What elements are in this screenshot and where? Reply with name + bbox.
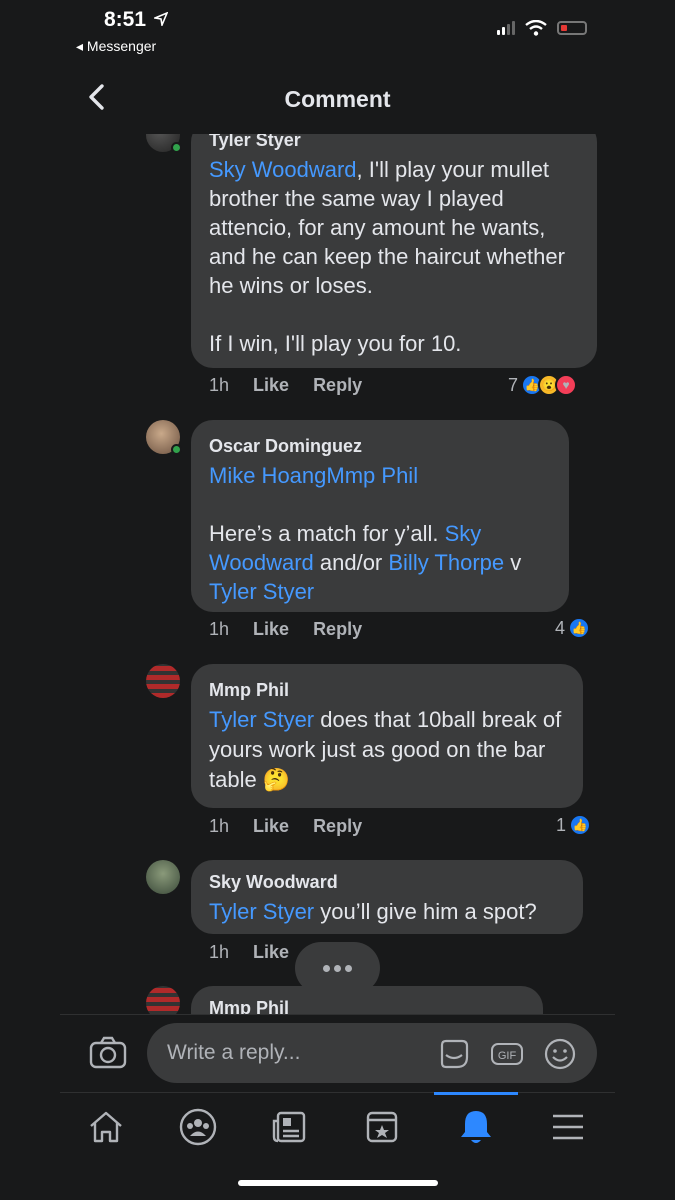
love-reaction-icon: ♥ (555, 374, 578, 396)
comment-text-line: If I win, I'll play you for 10. (209, 331, 462, 356)
comment-text: Sky Woodward, I'll play your mullet brot… (209, 155, 579, 300)
reaction-count: 7 (508, 374, 519, 395)
comment-time: 1h (209, 619, 230, 639)
page-title: Comment (284, 86, 391, 112)
comment-actions: 1h Like Reply (209, 619, 362, 640)
like-button[interactable]: Like (253, 619, 289, 640)
battery-icon (557, 21, 587, 35)
status-icons (497, 20, 587, 36)
back-app-label: Messenger (86, 38, 157, 54)
marketplace-icon[interactable] (362, 1107, 402, 1147)
gif-icon[interactable]: GIF (490, 1037, 524, 1071)
comment-text-part: Here’s a match for y’all. (209, 521, 445, 546)
comment-author[interactable]: Mmp Phil (209, 678, 565, 702)
comment-text: Here’s a match for y’all. Sky Woodward a… (209, 519, 551, 606)
news-icon[interactable] (270, 1107, 310, 1147)
camera-icon[interactable] (88, 1035, 128, 1071)
comment: Mmp Phil Tyler Styer does that 10ball br… (60, 662, 615, 842)
reactions-summary[interactable]: 7 👍 😮 ♥ (508, 374, 578, 396)
avatar[interactable] (146, 664, 180, 698)
comment-bubble[interactable]: Tyler Styer Sky Woodward, I'll play your… (191, 134, 597, 368)
comment: Mmp Phil (60, 984, 615, 1014)
mention-link[interactable]: Tyler Styer (209, 707, 314, 732)
mention-link[interactable]: Sky Woodward (209, 157, 357, 182)
comment: Tyler Styer Sky Woodward, I'll play your… (60, 134, 615, 404)
reply-composer: Write a reply... GIF (60, 1014, 615, 1092)
reply-input[interactable]: Write a reply... GIF (147, 1023, 597, 1083)
reply-button[interactable]: Reply (313, 816, 362, 837)
reaction-count: 4 (555, 617, 566, 638)
comment-time: 1h (209, 816, 230, 836)
like-reaction-icon: 👍 (568, 617, 591, 639)
home-icon[interactable] (86, 1107, 126, 1147)
comment-bubble[interactable]: Mmp Phil (191, 986, 543, 1014)
clock: 8:51 (104, 8, 169, 32)
menu-icon[interactable] (548, 1107, 588, 1147)
sticker-icon[interactable] (437, 1037, 471, 1071)
thinking-emoji: 🤔 (262, 767, 291, 792)
comment-bubble[interactable]: Sky Woodward Tyler Styer you’ll give him… (191, 860, 583, 934)
wifi-icon (525, 20, 547, 36)
reaction-count: 1 (556, 814, 567, 835)
reply-button[interactable]: Reply (313, 619, 362, 640)
location-arrow-icon (151, 11, 169, 28)
like-reaction-icon: 👍 (569, 814, 592, 836)
mention-link[interactable]: Billy Thorpe (388, 550, 504, 575)
comment-author[interactable]: Oscar Dominguez (209, 434, 551, 458)
status-bar: 8:51 ◂ Messenger (0, 0, 675, 62)
comment: Oscar Dominguez Mike HoangMmp Phil Here’… (60, 418, 615, 648)
comment-actions: 1h Like (209, 942, 289, 963)
reactions-summary[interactable]: 1 👍 (556, 814, 592, 836)
groups-icon[interactable] (178, 1107, 218, 1147)
comment-text-part: and/or (313, 550, 389, 575)
cellular-signal-icon (497, 21, 515, 35)
online-indicator (171, 444, 182, 455)
comment-actions: 1h Like Reply (209, 375, 362, 396)
notifications-icon[interactable] (456, 1107, 496, 1147)
emoji-icon[interactable] (543, 1037, 577, 1071)
reply-placeholder: Write a reply... (167, 1041, 301, 1064)
comment-author[interactable]: Tyler Styer (209, 134, 579, 152)
mention-link[interactable]: Tyler Styer (209, 579, 314, 604)
avatar[interactable] (146, 986, 180, 1014)
comment-bubble[interactable]: Oscar Dominguez Mike HoangMmp Phil Here’… (191, 420, 569, 612)
back-to-app[interactable]: ◂ Messenger (76, 38, 156, 55)
comment-text: Tyler Styer you’ll give him a spot? (209, 897, 565, 926)
like-button[interactable]: Like (253, 942, 289, 963)
like-button[interactable]: Like (253, 816, 289, 837)
online-indicator (171, 142, 182, 153)
comment-text: Tyler Styer does that 10ball break of yo… (209, 705, 565, 795)
comment-time: 1h (209, 375, 230, 395)
avatar[interactable] (146, 860, 180, 894)
like-button[interactable]: Like (253, 375, 289, 396)
comment-author[interactable]: Sky Woodward (209, 870, 565, 894)
mention-link[interactable]: Mike HoangMmp Phil (209, 461, 551, 490)
reply-button[interactable]: Reply (313, 375, 362, 396)
home-indicator[interactable] (238, 1180, 438, 1186)
comment-actions: 1h Like Reply (209, 816, 362, 837)
gif-label: GIF (498, 1050, 517, 1062)
comment-time: 1h (209, 942, 230, 962)
comment-text-part: you’ll give him a spot? (314, 899, 537, 924)
header: Comment (0, 62, 675, 134)
comment-text-part: v (504, 550, 522, 575)
active-tab-indicator (434, 1092, 518, 1095)
clock-time: 8:51 (104, 8, 147, 31)
comment-author[interactable]: Mmp Phil (209, 996, 525, 1014)
comment-bubble[interactable]: Mmp Phil Tyler Styer does that 10ball br… (191, 664, 583, 808)
comment-thread: Tyler Styer Sky Woodward, I'll play your… (60, 134, 615, 1014)
mention-link[interactable]: Tyler Styer (209, 899, 314, 924)
reactions-summary[interactable]: 4 👍 (555, 617, 591, 639)
bottom-tab-bar (60, 1092, 615, 1164)
